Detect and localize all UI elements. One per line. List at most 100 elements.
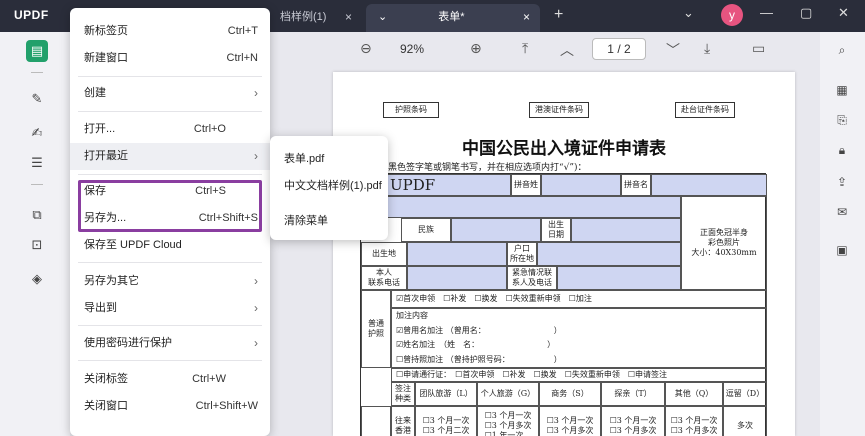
menu-label: 新建窗口	[84, 52, 128, 64]
total-pages: 2	[624, 42, 631, 56]
emergency-contact-field[interactable]	[557, 266, 681, 290]
tab-form[interactable]: ⌄ 表单* ×	[366, 4, 540, 32]
reader-icon[interactable]: ▤	[26, 40, 48, 62]
field-label	[361, 406, 391, 436]
passport-options[interactable]: ☑首次申领 ☐补发 ☐换发 ☐失效重新申领 ☐加注	[391, 290, 767, 308]
maximize-icon[interactable]: ▢	[800, 5, 812, 21]
menu-shortcut: Ctrl+N	[226, 52, 258, 64]
menu-label: 关闭窗口	[84, 400, 128, 412]
zoom-in-icon[interactable]: ⊕	[470, 40, 482, 57]
barcode-box: 赴台证件条码	[675, 102, 735, 118]
share-icon[interactable]: ⇪	[832, 172, 852, 192]
menu-shortcut: Ctrl+T	[227, 25, 258, 37]
visa-option-cell[interactable]: ☐3 个月一次 ☐3 个月二次	[415, 406, 477, 436]
chevron-right-icon: ›	[254, 301, 258, 315]
pinyin-name-field[interactable]	[651, 174, 767, 196]
menu-divider	[78, 325, 262, 326]
tab-sample-doc[interactable]: 档样例(1) ×	[268, 4, 362, 32]
menu-new-tab[interactable]: 新标签页 Ctrl+T	[70, 18, 270, 45]
prev-page-icon[interactable]: ︿	[560, 40, 574, 60]
tab-close-icon[interactable]: ×	[523, 4, 530, 30]
menu-close-tab[interactable]: 关闭标签 Ctrl+W	[70, 366, 270, 393]
next-page-icon[interactable]: ﹀	[666, 40, 680, 60]
menu-open[interactable]: 打开... Ctrl+O	[70, 116, 270, 143]
save-icon[interactable]: ▣	[832, 240, 852, 260]
field-label: 拼音姓	[511, 174, 541, 196]
menu-divider	[78, 111, 262, 112]
menu-open-recent[interactable]: 打开最近 ›	[70, 143, 270, 170]
recent-file-item[interactable]: 表单.pdf	[284, 150, 324, 166]
birthplace-field[interactable]	[407, 242, 507, 266]
visa-type-label: 逗留（D）	[723, 382, 767, 406]
pinyin-surname-field[interactable]	[541, 174, 621, 196]
comment-icon[interactable]: ✎	[26, 88, 48, 110]
visa-type-label: 个人旅游（G）	[477, 382, 539, 406]
close-window-icon[interactable]: ✕	[838, 5, 849, 21]
chevron-right-icon: ›	[254, 336, 258, 350]
visa-option-cell[interactable]: 多次	[723, 406, 767, 436]
chevron-right-icon: ›	[254, 274, 258, 288]
visa-option-cell[interactable]: ☐3 个月一次 ☐3 个月多次	[539, 406, 601, 436]
menu-create[interactable]: 创建 ›	[70, 80, 270, 107]
barcode-box: 护照条码	[383, 102, 439, 118]
tabs-dropdown-icon[interactable]: ⌄	[683, 5, 694, 21]
phone-field[interactable]	[407, 266, 507, 290]
right-sidebar: ⌕ ▦ ⎘ 🔒︎ ⇪ ✉ ▣	[820, 32, 865, 436]
avatar[interactable]: y	[721, 4, 743, 26]
clear-menu-item[interactable]: 清除菜单	[284, 212, 328, 228]
menu-save-cloud[interactable]: 保存至 UPDF Cloud	[70, 232, 270, 259]
minimize-icon[interactable]: —	[760, 5, 773, 20]
menu-password-protect[interactable]: 使用密码进行保护 ›	[70, 330, 270, 357]
app-logo: UPDF	[14, 8, 49, 22]
edit-pdf-icon[interactable]: ✍	[26, 122, 48, 144]
menu-label: 打开最近	[84, 150, 128, 162]
visa-option-cell[interactable]: ☐3 个月一次 ☐3 个月多次	[665, 406, 723, 436]
protect-icon[interactable]: 🔒︎	[832, 140, 852, 160]
residence-field[interactable]	[537, 242, 681, 266]
email-icon[interactable]: ✉	[832, 202, 852, 222]
menu-save-as-other[interactable]: 另存为其它 ›	[70, 268, 270, 295]
permit-options[interactable]: ☐申请通行证： ☐首次申领 ☐补发 ☐换发 ☐失效重新申领 ☐申请签注	[391, 368, 767, 382]
photo-box: 正面免冠半身 彩色照片 大小：40X30mm	[681, 196, 767, 290]
checkbox-name[interactable]: ☑姓名加注 （姓 名： ）	[396, 340, 555, 350]
view-toolbar: ⊖ 92% ⊕ ⤒ ︿ 1 / 2 ﹀ ⤓ ▭	[270, 32, 820, 68]
last-page-icon[interactable]: ⤓	[704, 40, 710, 57]
tab-dropdown-icon[interactable]: ⌄	[378, 11, 387, 23]
page-input[interactable]: 1 / 2	[592, 38, 646, 60]
search-icon[interactable]: ⌕	[832, 40, 852, 60]
tab-close-icon[interactable]: ×	[345, 4, 352, 30]
visa-type-label: 其他（Q）	[665, 382, 723, 406]
field-label: 户口 所在地	[507, 242, 537, 266]
birth-date-field[interactable]	[571, 218, 681, 242]
crop-icon[interactable]: ⊡	[26, 234, 48, 256]
menu-shortcut: Ctrl+W	[192, 373, 226, 385]
ocr-icon[interactable]: ▦	[832, 80, 852, 100]
menu-close-window[interactable]: 关闭窗口 Ctrl+Shift+W	[70, 393, 270, 420]
menu-label: 关闭标签	[84, 373, 128, 385]
form-icon[interactable]: ☰	[26, 152, 48, 174]
menu-label: 保存至 UPDF Cloud	[84, 239, 182, 251]
checkbox-former-passport[interactable]: ☐曾持照加注 （曾持护照号码： ）	[396, 355, 562, 365]
organize-pages-icon[interactable]: ⧉	[26, 204, 48, 226]
ethnicity-field[interactable]	[451, 218, 541, 242]
menu-export[interactable]: 导出到 ›	[70, 295, 270, 322]
field-label: 拼音名	[621, 174, 651, 196]
visa-option-cell[interactable]: ☐3 个月一次 ☐3 个月多次 ☐1 年一次	[477, 406, 539, 436]
checkbox-former-name[interactable]: ☑曾用名加注 （曾用名： ）	[396, 326, 562, 336]
presentation-icon[interactable]: ▭	[752, 40, 765, 57]
id-number-field[interactable]	[361, 196, 681, 218]
first-page-icon[interactable]: ⤒	[522, 40, 528, 57]
field-label: 签注 种类	[391, 382, 415, 406]
barcode-box: 港澳证件条码	[529, 102, 589, 118]
zoom-level[interactable]: 92%	[400, 42, 424, 56]
recent-file-item[interactable]: 中文文档样例(1).pdf	[284, 177, 382, 193]
zoom-out-icon[interactable]: ⊖	[360, 40, 372, 57]
convert-icon[interactable]: ⎘	[832, 110, 852, 130]
menu-new-window[interactable]: 新建窗口 Ctrl+N	[70, 45, 270, 72]
recent-files-submenu: 表单.pdf 中文文档样例(1).pdf 清除菜单	[270, 136, 388, 240]
tab-label: 表单*	[438, 11, 465, 23]
layers-icon[interactable]: ◈	[26, 268, 48, 290]
menu-label: 使用密码进行保护	[84, 337, 172, 349]
new-tab-icon[interactable]: +	[554, 6, 563, 24]
visa-option-cell[interactable]: ☐3 个月一次 ☐3 个月多次	[601, 406, 665, 436]
